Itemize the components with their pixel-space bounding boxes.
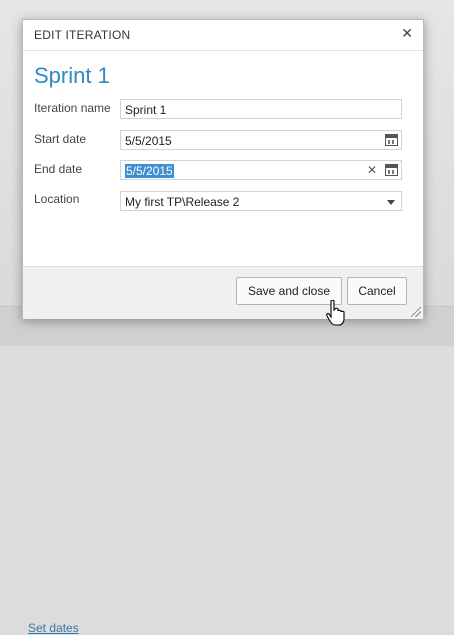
iteration-name-value: Sprint 1 [125,103,167,117]
end-date-label: End date [34,162,83,176]
calendar-icon[interactable] [385,134,398,146]
iteration-name-input[interactable]: Sprint 1 [120,99,402,119]
iteration-name-label: Iteration name [34,101,111,115]
cancel-button[interactable]: Cancel [347,277,407,305]
start-date-label: Start date [34,132,87,146]
dialog-header: EDIT ITERATION ✕ [23,20,423,51]
set-dates-link[interactable]: Set dates [28,621,79,635]
resize-grip-icon[interactable] [411,307,421,317]
start-date-input[interactable]: 5/5/2015 [120,130,402,150]
location-select[interactable]: My first TP\Release 2 [120,191,402,211]
calendar-icon[interactable] [385,164,398,176]
edit-iteration-dialog: EDIT ITERATION ✕ Sprint 1 Iteration name… [22,19,424,319]
clear-icon[interactable]: ✕ [367,163,377,177]
dialog-footer: Save and close Cancel [23,266,423,319]
location-value: My first TP\Release 2 [125,195,240,209]
start-date-value: 5/5/2015 [125,134,172,148]
chevron-down-icon[interactable] [387,200,395,205]
dialog-title: EDIT ITERATION [34,28,131,42]
iteration-heading: Sprint 1 [34,63,110,88]
location-label: Location [34,192,80,206]
end-date-value: 5/5/2015 [125,164,174,178]
end-date-input[interactable]: 5/5/2015 ✕ [120,160,402,180]
close-icon[interactable]: ✕ [401,25,413,42]
hand-cursor-icon [326,300,345,326]
